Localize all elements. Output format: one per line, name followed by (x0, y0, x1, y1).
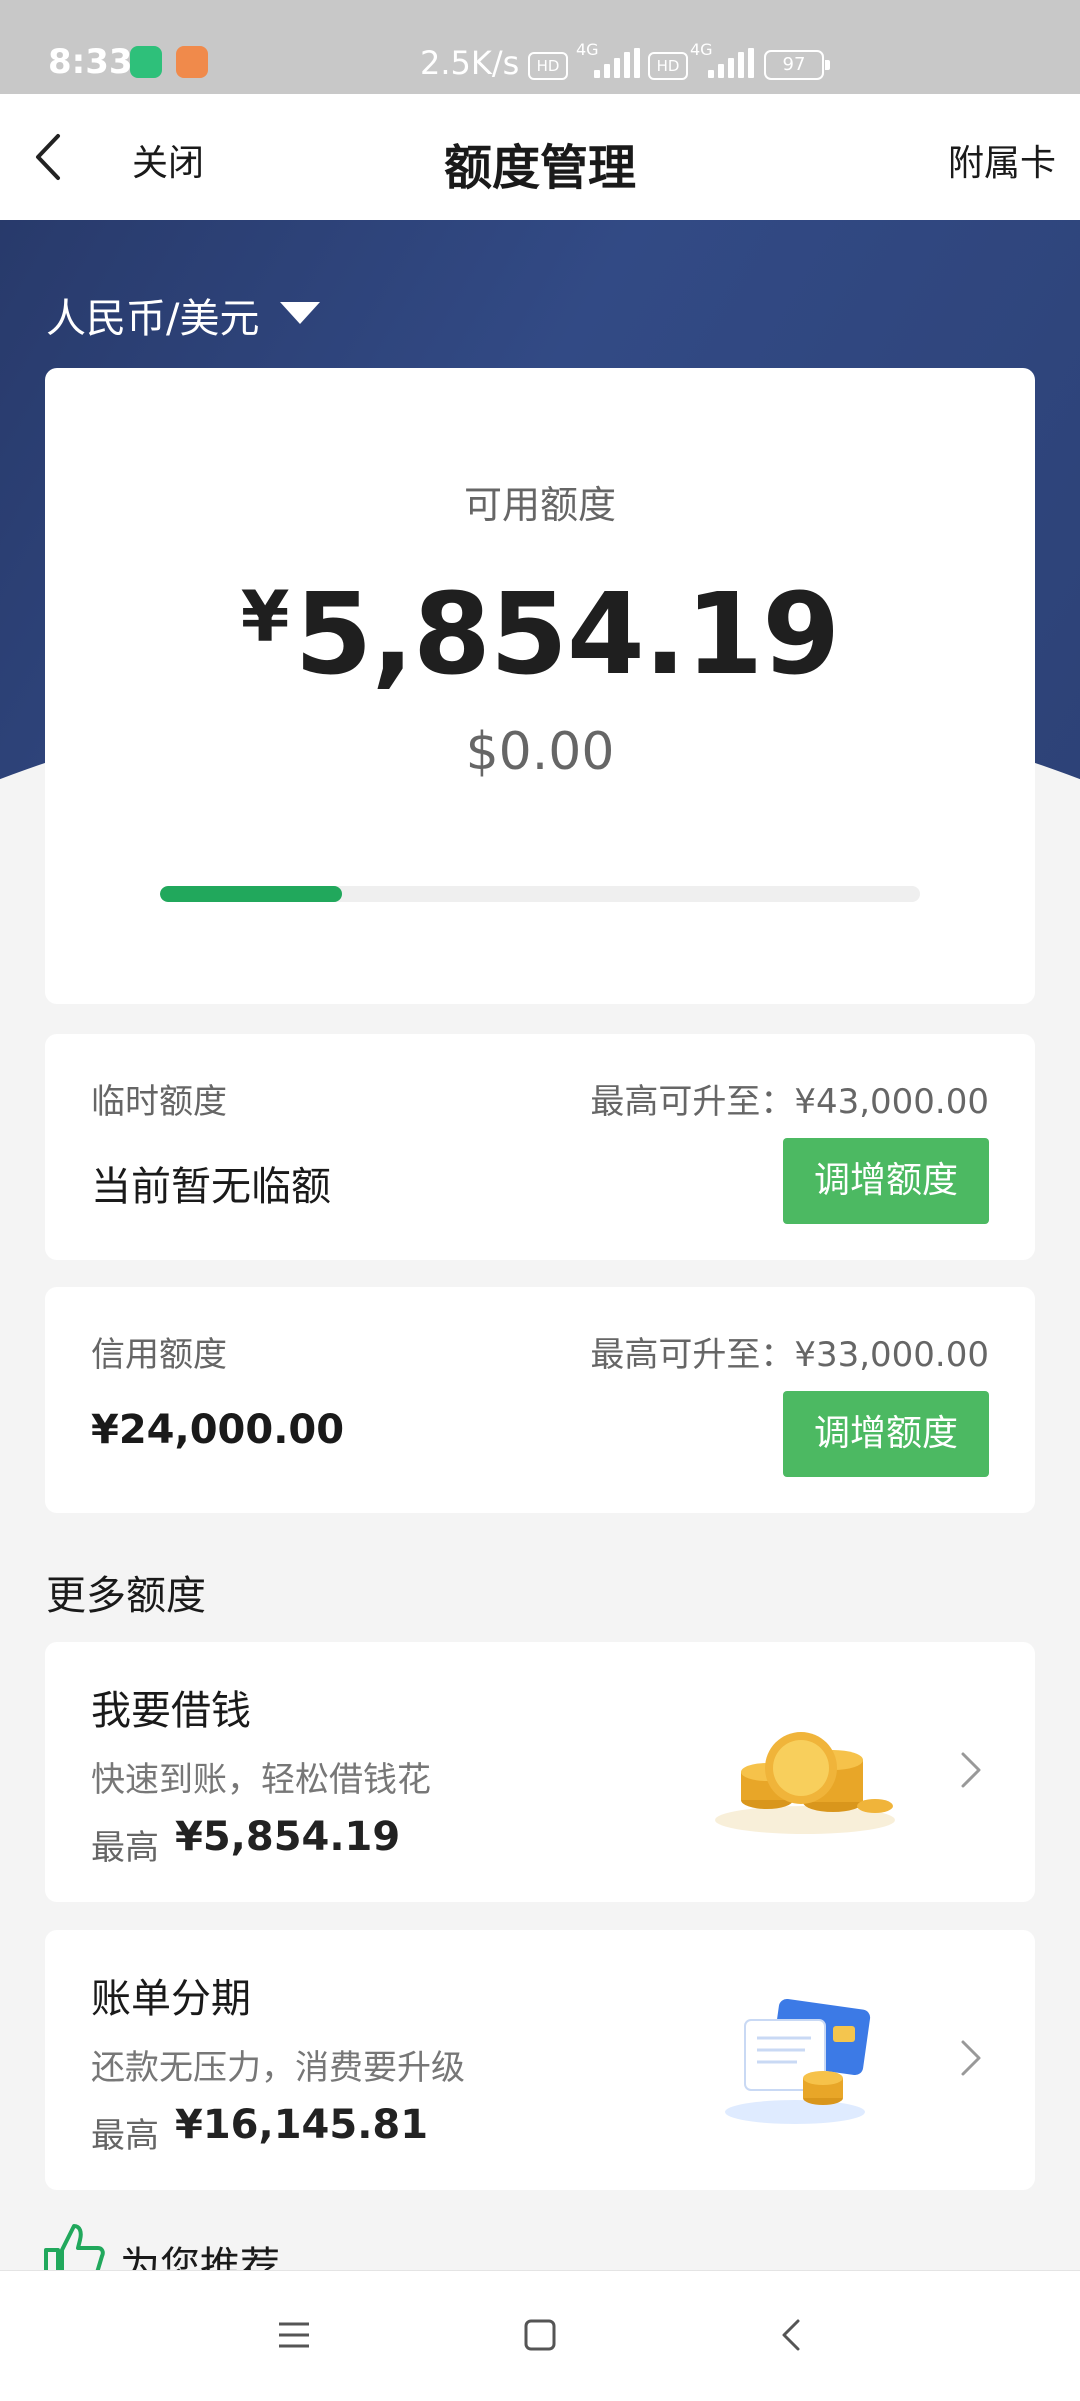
usage-progress-bar (160, 886, 920, 902)
more-limits-heading: 更多额度 (46, 1573, 206, 1619)
chevron-right-icon (961, 1752, 981, 1788)
nav-bar: 关闭 额度管理 附属卡 (0, 94, 1080, 220)
status-time: 8:33 (48, 42, 133, 82)
increase-credit-limit-button[interactable]: 调增额度 (783, 1391, 989, 1477)
available-amount-value: 5,854.19 (294, 570, 841, 700)
home-icon[interactable] (522, 2317, 558, 2353)
currency-selector[interactable]: 人民币/美元 (46, 286, 259, 344)
bill-card-coins-icon (725, 1998, 871, 2124)
credit-limit-card: 信用额度 最高可升至：¥33,000.00 ¥24,000.00 调增额度 (45, 1287, 1035, 1513)
status-bar: 8:33 2.5K/s HD 4G HD 4G 97 (0, 0, 1080, 94)
borrow-money-subtitle: 快速到账，轻松借钱花 (91, 1760, 431, 1800)
system-navigation-bar (0, 2270, 1080, 2401)
signal-icon (594, 48, 640, 78)
bill-installment-max-label: 最高 (91, 2116, 159, 2156)
increase-temporary-limit-button[interactable]: 调增额度 (783, 1138, 989, 1224)
bill-installment-card[interactable]: 账单分期 还款无压力，消费要升级 最高 ¥16,145.81 (45, 1930, 1035, 2190)
available-limit-amount: ¥5,854.19 (45, 570, 1035, 700)
borrow-money-title: 我要借钱 (91, 1688, 251, 1734)
usage-progress-fill (160, 886, 343, 902)
gold-coins-icon (715, 1732, 895, 1834)
menu-icon[interactable] (276, 2317, 312, 2353)
bill-installment-subtitle: 还款无压力，消费要升级 (91, 2048, 465, 2088)
chevron-right-icon (961, 2040, 981, 2076)
usd-amount: $0.00 (465, 722, 615, 782)
temporary-limit-title: 临时额度 (91, 1082, 227, 1122)
temporary-limit-card: 临时额度 最高可升至：¥43,000.00 当前暂无临额 调增额度 (45, 1034, 1035, 1260)
caret-down-icon[interactable] (280, 302, 320, 324)
bill-installment-max-value: ¥16,145.81 (175, 2102, 429, 2148)
hd-icon: HD (528, 52, 568, 80)
battery-icon: 97 (764, 50, 830, 80)
back-icon[interactable] (774, 2317, 810, 2353)
supplementary-card-button[interactable]: 附属卡 (948, 134, 1056, 186)
credit-limit-title: 信用额度 (91, 1335, 227, 1375)
page-title: 额度管理 (443, 140, 636, 196)
temporary-limit-value: 当前暂无临额 (91, 1164, 331, 1210)
credit-limit-max: 最高可升至：¥33,000.00 (590, 1335, 989, 1375)
hd-icon-2: HD (648, 52, 688, 80)
borrow-money-max-label: 最高 (91, 1828, 159, 1868)
app-notification-icon-2 (176, 46, 208, 78)
borrow-money-max-value: ¥5,854.19 (175, 1814, 401, 1860)
bill-installment-title: 账单分期 (91, 1976, 251, 2022)
borrow-money-card[interactable]: 我要借钱 快速到账，轻松借钱花 最高 ¥5,854.19 (45, 1642, 1035, 1902)
available-limit-label: 可用额度 (463, 483, 616, 527)
app-notification-icon (130, 46, 162, 78)
available-limit-card: 可用额度 ¥5,854.19 $0.00 (45, 368, 1035, 1004)
network-speed: 2.5K/s (420, 44, 520, 82)
signal-icon-2 (708, 48, 754, 78)
currency-symbol: ¥ (240, 576, 290, 658)
temporary-limit-max: 最高可升至：¥43,000.00 (590, 1082, 989, 1122)
credit-limit-value: ¥24,000.00 (91, 1407, 345, 1453)
